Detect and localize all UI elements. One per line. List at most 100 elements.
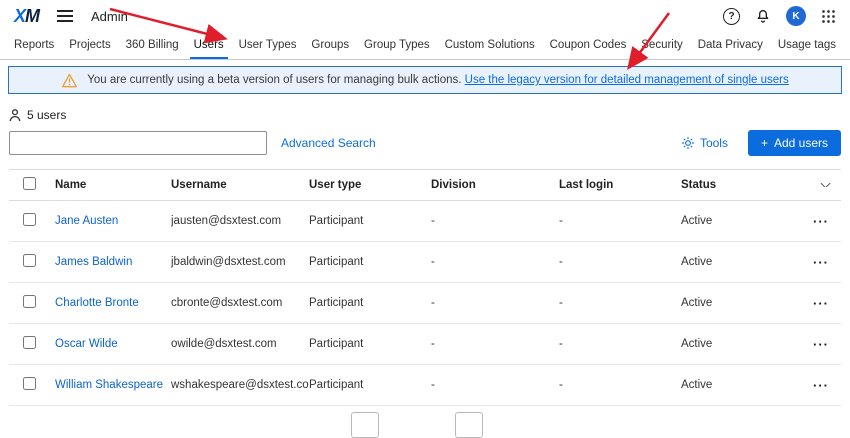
row-checkbox[interactable] xyxy=(23,377,36,390)
row-checkbox[interactable] xyxy=(23,254,36,267)
user-count: 5 users xyxy=(9,108,841,122)
user-name-link[interactable]: Charlotte Bronte xyxy=(55,297,139,309)
tab-coupon-codes[interactable]: Coupon Codes xyxy=(546,32,631,59)
last-login-cell: - xyxy=(559,256,681,268)
row-checkbox[interactable] xyxy=(23,336,36,349)
division-cell: - xyxy=(431,256,559,268)
user-type-cell: Participant xyxy=(309,297,431,309)
account-avatar[interactable]: K xyxy=(786,6,806,26)
status-cell: Active xyxy=(681,215,803,227)
tab-custom-solutions[interactable]: Custom Solutions xyxy=(441,32,539,59)
banner-message: You are currently using a beta version o… xyxy=(87,74,461,86)
xm-logo: X M xyxy=(14,6,39,27)
tab-360-billing[interactable]: 360 Billing xyxy=(122,32,183,59)
username-cell: jausten@dsxtest.com xyxy=(171,215,309,227)
notifications-bell-icon[interactable] xyxy=(755,8,771,24)
select-all-checkbox[interactable] xyxy=(23,177,36,190)
division-cell: - xyxy=(431,297,559,309)
column-header-user-type[interactable]: User type xyxy=(309,179,431,191)
status-cell: Active xyxy=(681,338,803,350)
user-type-cell: Participant xyxy=(309,379,431,391)
logo-x: X xyxy=(14,6,25,27)
row-checkbox[interactable] xyxy=(23,213,36,226)
user-name-link[interactable]: Jane Austen xyxy=(55,215,118,227)
tab-groups[interactable]: Groups xyxy=(307,32,353,59)
table-row: Oscar Wilde owilde@dsxtest.com Participa… xyxy=(9,324,841,365)
row-actions-ellipsis-icon[interactable]: ··· xyxy=(813,296,829,311)
column-header-last-login[interactable]: Last login xyxy=(559,179,681,191)
division-cell: - xyxy=(431,338,559,350)
user-type-cell: Participant xyxy=(309,215,431,227)
tab-reports[interactable]: Reports xyxy=(10,32,58,59)
tools-button[interactable]: Tools xyxy=(681,136,728,150)
column-header-division[interactable]: Division xyxy=(431,179,559,191)
column-header-username[interactable]: Username xyxy=(171,179,309,191)
row-actions-ellipsis-icon[interactable]: ··· xyxy=(813,337,829,352)
top-bar: X M Admin ? K xyxy=(0,0,850,32)
last-login-cell: - xyxy=(559,338,681,350)
warning-icon xyxy=(61,73,78,88)
table-row: William Shakespeare wshakespeare@dsxtest… xyxy=(9,365,841,406)
username-cell: jbaldwin@dsxtest.com xyxy=(171,256,309,268)
app-switcher-grid-icon[interactable] xyxy=(821,9,836,24)
column-header-status[interactable]: Status xyxy=(681,179,803,191)
user-name-link[interactable]: James Baldwin xyxy=(55,256,132,268)
last-login-cell: - xyxy=(559,297,681,309)
tab-usage-tags[interactable]: Usage tags xyxy=(774,32,840,59)
user-type-cell: Participant xyxy=(309,256,431,268)
help-icon[interactable]: ? xyxy=(723,8,740,25)
status-cell: Active xyxy=(681,297,803,309)
users-table: Name Username User type Division Last lo… xyxy=(9,169,841,406)
topbar-actions: ? K xyxy=(723,6,836,26)
table-row: Charlotte Bronte cbronte@dsxtest.com Par… xyxy=(9,283,841,324)
legacy-version-link[interactable]: Use the legacy version for detailed mana… xyxy=(465,74,789,86)
user-count-label: 5 users xyxy=(27,108,66,122)
table-header-row: Name Username User type Division Last lo… xyxy=(9,169,841,201)
column-header-name[interactable]: Name xyxy=(55,179,171,191)
row-checkbox[interactable] xyxy=(23,295,36,308)
hamburger-menu-icon[interactable] xyxy=(57,10,73,22)
username-cell: wshakespeare@dsxtest.com xyxy=(171,379,309,391)
user-name-link[interactable]: Oscar Wilde xyxy=(55,338,118,350)
pagination xyxy=(0,412,842,438)
search-input[interactable] xyxy=(9,131,267,155)
last-login-cell: - xyxy=(559,215,681,227)
last-login-cell: - xyxy=(559,379,681,391)
user-type-cell: Participant xyxy=(309,338,431,350)
beta-banner: You are currently using a beta version o… xyxy=(8,66,842,94)
page-title: Admin xyxy=(91,9,128,24)
add-users-label: Add users xyxy=(774,136,828,150)
tab-data-privacy[interactable]: Data Privacy xyxy=(694,32,767,59)
division-cell: - xyxy=(431,215,559,227)
person-icon xyxy=(9,109,21,122)
status-cell: Active xyxy=(681,379,803,391)
username-cell: owilde@dsxtest.com xyxy=(171,338,309,350)
gear-icon xyxy=(681,136,695,150)
row-actions-ellipsis-icon[interactable]: ··· xyxy=(813,378,829,393)
tab-security[interactable]: Security xyxy=(637,32,687,59)
advanced-search-link[interactable]: Advanced Search xyxy=(281,136,376,150)
row-actions-ellipsis-icon[interactable]: ··· xyxy=(813,255,829,270)
chevron-down-icon[interactable] xyxy=(821,183,831,187)
tab-group-types[interactable]: Group Types xyxy=(360,32,434,59)
row-actions-ellipsis-icon[interactable]: ··· xyxy=(813,214,829,229)
logo-m: M xyxy=(25,6,39,27)
username-cell: cbronte@dsxtest.com xyxy=(171,297,309,309)
user-name-link[interactable]: William Shakespeare xyxy=(55,379,163,391)
status-cell: Active xyxy=(681,256,803,268)
table-row: James Baldwin jbaldwin@dsxtest.com Parti… xyxy=(9,242,841,283)
plus-icon: + xyxy=(761,136,768,150)
add-users-button[interactable]: + Add users xyxy=(748,130,841,156)
table-row: Jane Austen jausten@dsxtest.com Particip… xyxy=(9,201,841,242)
search-toolbar: Advanced Search Tools + Add users xyxy=(9,130,841,156)
toolbar-right: Tools + Add users xyxy=(681,130,841,156)
tab-user-types[interactable]: User Types xyxy=(235,32,301,59)
division-cell: - xyxy=(431,379,559,391)
banner-text: You are currently using a beta version o… xyxy=(87,74,789,86)
pagination-prev-button[interactable] xyxy=(351,412,379,438)
tab-projects[interactable]: Projects xyxy=(65,32,115,59)
admin-nav-tabs: Reports Projects 360 Billing Users User … xyxy=(0,32,850,60)
tools-label: Tools xyxy=(700,136,728,150)
pagination-next-button[interactable] xyxy=(455,412,483,438)
tab-users[interactable]: Users xyxy=(190,32,228,59)
